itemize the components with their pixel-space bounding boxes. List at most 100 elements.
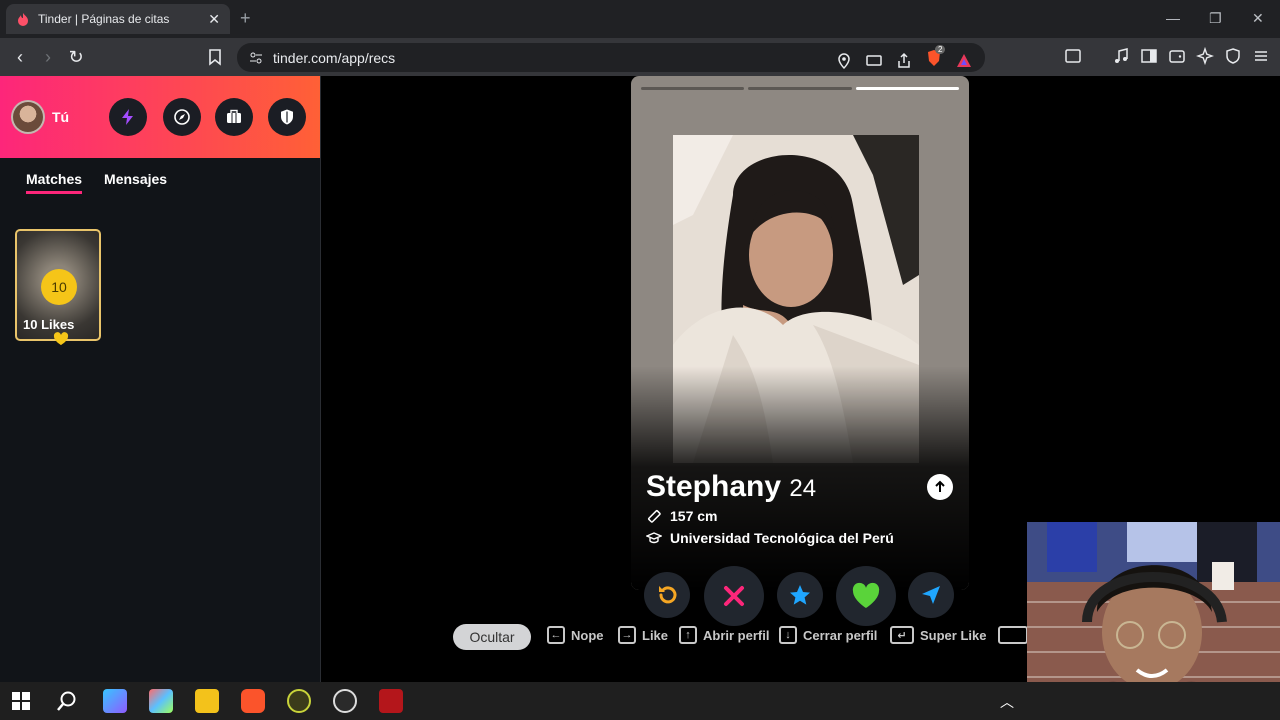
media-icon[interactable]: [1112, 47, 1130, 65]
likes-label: 10 Likes: [23, 317, 75, 332]
tab-matches[interactable]: Matches: [26, 171, 83, 194]
close-x-icon: [724, 586, 744, 606]
rewind-button[interactable]: [644, 572, 690, 618]
tab-title: Tinder | Páginas de citas: [38, 12, 170, 26]
sidebar-toggle-icon[interactable]: [1140, 47, 1158, 65]
shortcut-label: Super Like: [920, 627, 987, 643]
arrow-up-icon: [935, 480, 945, 492]
tab-messages[interactable]: Mensajes: [104, 171, 167, 194]
boost-button[interactable]: [109, 98, 147, 136]
hide-shortcuts-button[interactable]: Ocultar: [453, 624, 531, 650]
location-icon[interactable]: [835, 52, 853, 70]
shortcut-label: Nope: [571, 627, 604, 643]
profile-age: 24: [789, 475, 817, 502]
arrow-right-key-icon: →: [618, 626, 636, 644]
browser-toolbar: ‹ › ↻ tinder.com/app/recs 2: [0, 38, 1280, 76]
work-mode-button[interactable]: [215, 98, 253, 136]
file-explorer-icon[interactable]: [195, 689, 219, 713]
arrow-up-key-icon: ↑: [679, 626, 697, 644]
minimize-icon[interactable]: —: [1166, 10, 1180, 26]
photo-indicator: [641, 87, 959, 90]
likes-you-card[interactable]: 10 10 Likes: [15, 229, 101, 345]
share-icon[interactable]: [895, 52, 913, 70]
tab-close-icon[interactable]: ✕: [208, 11, 220, 28]
user-avatar[interactable]: [11, 100, 45, 134]
shortcut-open-profile: ↑ Abrir perfil: [679, 626, 769, 644]
explore-button[interactable]: [163, 98, 201, 136]
vpn-icon[interactable]: [1224, 47, 1242, 65]
like-button[interactable]: [836, 566, 896, 626]
brave-rewards-icon[interactable]: [955, 52, 973, 70]
windows-start-icon[interactable]: [12, 692, 30, 710]
leo-ai-icon[interactable]: [1196, 47, 1214, 65]
tray-chevron-icon[interactable]: ︿: [1000, 692, 1014, 712]
profile-card[interactable]: Stephany 24 157 cm Universidad Tecnológi…: [631, 76, 969, 590]
windows-taskbar: ︿: [0, 682, 1280, 720]
nope-button[interactable]: [704, 566, 764, 626]
height-row: 157 cm: [646, 508, 717, 524]
profile-height: 157 cm: [670, 508, 718, 524]
app-icon-5[interactable]: [287, 689, 311, 713]
shortcut-label: Cerrar perfil: [803, 627, 878, 643]
back-icon[interactable]: ‹: [10, 47, 30, 67]
close-window-icon[interactable]: ✕: [1252, 10, 1264, 27]
matches-sidebar: Tú Matches Mensajes 10 10 Likes: [0, 76, 321, 682]
address-bar[interactable]: tinder.com/app/recs 2: [237, 43, 985, 72]
heart-icon: [852, 582, 880, 608]
enter-key-icon: ↵: [890, 626, 914, 644]
gold-heart-icon: [53, 332, 69, 345]
lightning-icon: [122, 109, 133, 125]
graduation-cap-icon: [646, 532, 662, 544]
wallet-icon[interactable]: [1168, 47, 1186, 65]
menu-icon[interactable]: [1252, 47, 1270, 65]
arrow-left-key-icon: ←: [547, 626, 565, 644]
sidebar-header: Tú: [0, 76, 320, 158]
photo-indicator-bar[interactable]: [748, 87, 852, 90]
safety-button[interactable]: [268, 98, 306, 136]
profile-name: Stephany: [646, 470, 782, 503]
shortcut-label: Like: [642, 627, 669, 643]
profile-name-line: Stephany 24: [646, 470, 816, 504]
restore-icon[interactable]: ❐: [1209, 10, 1222, 27]
photo-indicator-bar[interactable]: [641, 87, 745, 90]
obs-icon[interactable]: [333, 689, 357, 713]
ruler-icon: [648, 510, 661, 523]
sidebar-tabs: Matches Mensajes: [26, 171, 167, 194]
shortcut-close-profile: ↓ Cerrar perfil: [779, 626, 877, 644]
copilot-icon[interactable]: [149, 689, 173, 713]
brave-shields-icon[interactable]: 2: [925, 45, 946, 72]
tinder-flame-icon: [18, 13, 28, 26]
user-label[interactable]: Tú: [52, 109, 69, 125]
compass-icon: [174, 109, 190, 125]
brave-browser-icon[interactable]: [241, 689, 265, 713]
app-icon-1[interactable]: [103, 689, 127, 713]
forward-icon[interactable]: ›: [38, 47, 58, 67]
bookmark-icon[interactable]: [206, 48, 224, 66]
shortcut-label: Abrir perfil: [703, 627, 770, 643]
shortcut-like: → Like: [618, 626, 668, 644]
photo-indicator-bar-active[interactable]: [855, 87, 959, 90]
super-like-button[interactable]: [777, 572, 823, 618]
cast-icon[interactable]: [865, 52, 883, 70]
search-icon[interactable]: [56, 690, 78, 712]
browser-tab-bar: Tinder | Páginas de citas ✕ + — ❐ ✕: [0, 0, 1280, 38]
reader-mode-icon[interactable]: [1064, 47, 1082, 65]
app-icon-7[interactable]: [379, 689, 403, 713]
url-text[interactable]: tinder.com/app/recs: [273, 50, 395, 66]
school-row: Universidad Tecnológica del Perú: [646, 530, 894, 546]
shortcut-super-like: ↵ Super Like: [890, 626, 986, 644]
rewind-icon: [659, 586, 677, 604]
browser-tab[interactable]: Tinder | Páginas de citas ✕: [6, 4, 230, 34]
site-settings-icon[interactable]: [249, 51, 263, 65]
open-profile-button[interactable]: [927, 474, 953, 500]
star-icon: [790, 585, 810, 605]
paper-plane-icon: [922, 586, 940, 604]
reload-icon[interactable]: ↻: [66, 47, 86, 67]
new-tab-button[interactable]: +: [240, 8, 251, 29]
action-buttons: [644, 566, 964, 626]
boost-send-button[interactable]: [908, 572, 954, 618]
shortcut-nope: ← Nope: [547, 626, 604, 644]
spacebar-key-icon: [998, 626, 1028, 644]
likes-count-badge: 10: [41, 269, 77, 305]
brave-badge: 2: [935, 45, 946, 54]
